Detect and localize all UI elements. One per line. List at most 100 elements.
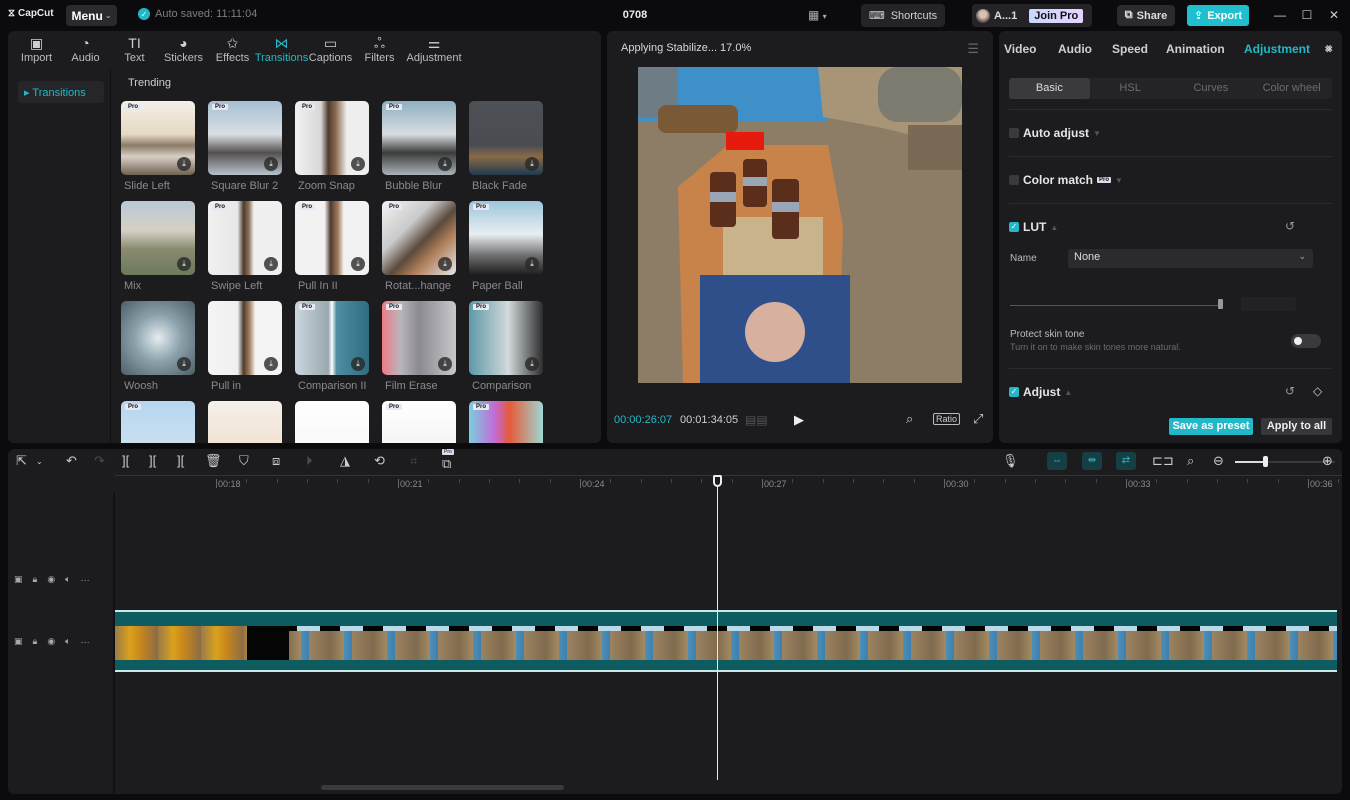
- download-icon[interactable]: ⤓: [351, 357, 365, 371]
- download-icon[interactable]: ⤓: [525, 157, 539, 171]
- undo-icon[interactable]: ↶: [66, 453, 77, 469]
- chevron-down-icon[interactable]: ⌄: [36, 457, 43, 466]
- transition-thumbnail[interactable]: Pro ⤓: [469, 301, 543, 375]
- download-icon[interactable]: ⤓: [264, 357, 278, 371]
- subtab-hsl[interactable]: HSL: [1090, 78, 1171, 99]
- more-icon[interactable]: ···: [81, 575, 90, 585]
- zoom-out-icon[interactable]: ⊖: [1213, 453, 1224, 469]
- fullscreen-icon[interactable]: ⤢: [973, 411, 983, 427]
- reset-icon[interactable]: ↺: [1285, 384, 1295, 398]
- download-icon[interactable]: ⤓: [351, 257, 365, 271]
- apply-to-all-button[interactable]: Apply to all: [1261, 418, 1332, 435]
- ratio-button[interactable]: Ratio: [933, 413, 961, 425]
- main-track-magnet-icon[interactable]: ⇔: [1047, 452, 1067, 470]
- delete-icon[interactable]: 🗑: [205, 453, 222, 469]
- transition-thumbnail[interactable]: Pro: [382, 401, 456, 443]
- tab-speed[interactable]: Speed: [1109, 42, 1148, 56]
- intensity-input[interactable]: [1241, 297, 1296, 311]
- freeze-icon[interactable]: ⧈: [272, 453, 280, 469]
- split-right-icon[interactable]: ][: [177, 453, 184, 468]
- download-icon[interactable]: ⤓: [438, 157, 452, 171]
- transition-thumbnail[interactable]: Pro ⤓: [208, 101, 282, 175]
- tab-video[interactable]: Video: [1001, 42, 1036, 56]
- playhead-handle[interactable]: [713, 475, 722, 487]
- eye-icon[interactable]: ◉: [47, 574, 55, 585]
- transition-thumbnail[interactable]: Pro: [121, 401, 195, 443]
- lut-name-select[interactable]: None ⌄: [1068, 249, 1313, 268]
- split-preview-icon[interactable]: ⊏⊐: [1152, 453, 1174, 469]
- transition-thumbnail[interactable]: Pro ⤓: [295, 301, 369, 375]
- transition-thumbnail[interactable]: Pro ⤓: [382, 201, 456, 275]
- share-button[interactable]: ⧉ Share: [1117, 5, 1175, 26]
- auto-snapping-icon[interactable]: ⇹: [1082, 452, 1102, 470]
- protect-skin-toggle[interactable]: [1291, 334, 1321, 348]
- export-button[interactable]: ⇪ Export: [1187, 5, 1249, 26]
- eye-icon[interactable]: ◉: [47, 636, 55, 647]
- download-icon[interactable]: ⤓: [438, 257, 452, 271]
- transition-thumbnail[interactable]: [208, 401, 282, 443]
- lut-intensity-slider[interactable]: [1010, 305, 1221, 306]
- transition-thumbnail[interactable]: ⤓: [208, 301, 282, 375]
- tab-audio[interactable]: ◔ Audio: [61, 31, 110, 68]
- transition-thumbnail[interactable]: Pro ⤓: [208, 201, 282, 275]
- transition-thumbnail[interactable]: ⤓: [121, 201, 195, 275]
- lut-checkbox[interactable]: ✓: [1009, 222, 1019, 232]
- timeline-ruler[interactable]: 00:18 00:21 00:24 00:27 00:30 00:33 00:36: [115, 475, 1342, 493]
- join-pro-button[interactable]: Join Pro: [1029, 8, 1084, 23]
- zoom-in-icon[interactable]: ⊕: [1322, 453, 1333, 469]
- tab-adjustment[interactable]: ⚌ Adjustment: [404, 31, 464, 68]
- subtab-color-wheel[interactable]: Color wheel: [1251, 78, 1332, 99]
- transition-thumbnail[interactable]: Pro: [469, 401, 543, 443]
- preview-axis-icon[interactable]: ⌕: [1187, 453, 1194, 469]
- tab-effects[interactable]: ✩ Effects: [208, 31, 257, 68]
- transition-thumbnail[interactable]: Pro ⤓: [469, 201, 543, 275]
- caret-down-icon[interactable]: ▼: [1115, 176, 1123, 185]
- tab-audio[interactable]: Audio: [1055, 42, 1092, 56]
- color-match-checkbox[interactable]: [1009, 175, 1019, 185]
- caret-down-icon[interactable]: ▼: [1093, 129, 1101, 138]
- video-preview[interactable]: [638, 67, 962, 383]
- keyframe-icon[interactable]: ◇: [1313, 384, 1322, 398]
- sidebar-item-transitions[interactable]: ▸ Transitions: [18, 81, 104, 103]
- transition-thumbnail[interactable]: Pro ⤓: [382, 101, 456, 175]
- track-cover-icon[interactable]: ▣: [14, 636, 23, 647]
- download-icon[interactable]: ⤓: [264, 257, 278, 271]
- download-icon[interactable]: ⤓: [525, 357, 539, 371]
- reset-icon[interactable]: ↺: [1285, 219, 1295, 233]
- zoom-slider-handle[interactable]: [1263, 456, 1268, 467]
- slider-handle[interactable]: [1218, 299, 1223, 309]
- download-icon[interactable]: ⤓: [264, 157, 278, 171]
- download-icon[interactable]: ⤓: [177, 357, 191, 371]
- transition-thumbnail[interactable]: ⤓: [121, 301, 195, 375]
- subtab-basic[interactable]: Basic: [1009, 78, 1090, 99]
- timeline-scrollbar[interactable]: [321, 785, 564, 790]
- tab-captions[interactable]: ▭ Captions: [306, 31, 355, 68]
- marker-icon[interactable]: ⛉: [239, 453, 249, 469]
- more-icon[interactable]: ···: [81, 637, 90, 647]
- transition-thumbnail[interactable]: Pro ⤓: [382, 301, 456, 375]
- rotate-icon[interactable]: ⟲: [374, 453, 385, 469]
- caret-up-icon[interactable]: ▲: [1050, 223, 1058, 232]
- auto-adjust-checkbox[interactable]: [1009, 128, 1019, 138]
- microphone-icon[interactable]: 🎙: [1002, 453, 1019, 469]
- tab-text[interactable]: TI Text: [110, 31, 159, 68]
- hamburger-menu-icon[interactable]: ☰: [967, 41, 979, 57]
- adjust-checkbox[interactable]: ✓: [1009, 387, 1019, 397]
- layout-icon[interactable]: ▦ ▾: [808, 8, 827, 22]
- track-cover-icon[interactable]: ▣: [14, 574, 23, 585]
- close-icon[interactable]: ✕: [1326, 8, 1342, 22]
- audio-icon[interactable]: 🔈︎: [65, 636, 70, 647]
- user-account[interactable]: A...1 Join Pro: [972, 4, 1092, 27]
- caret-up-icon[interactable]: ▲: [1064, 388, 1072, 397]
- save-as-preset-button[interactable]: Save as preset: [1169, 418, 1253, 435]
- video-clip[interactable]: [115, 610, 1337, 672]
- transition-thumbnail[interactable]: [295, 401, 369, 443]
- tab-animation[interactable]: Animation: [1163, 42, 1225, 56]
- download-icon[interactable]: ⤓: [177, 257, 191, 271]
- download-icon[interactable]: ⤓: [525, 257, 539, 271]
- split-left-icon[interactable]: ][: [149, 453, 156, 468]
- lock-icon[interactable]: 🔒︎: [33, 574, 38, 585]
- download-icon[interactable]: ⤓: [438, 357, 452, 371]
- transition-thumbnail[interactable]: ⤓: [469, 101, 543, 175]
- transition-thumbnail[interactable]: Pro ⤓: [121, 101, 195, 175]
